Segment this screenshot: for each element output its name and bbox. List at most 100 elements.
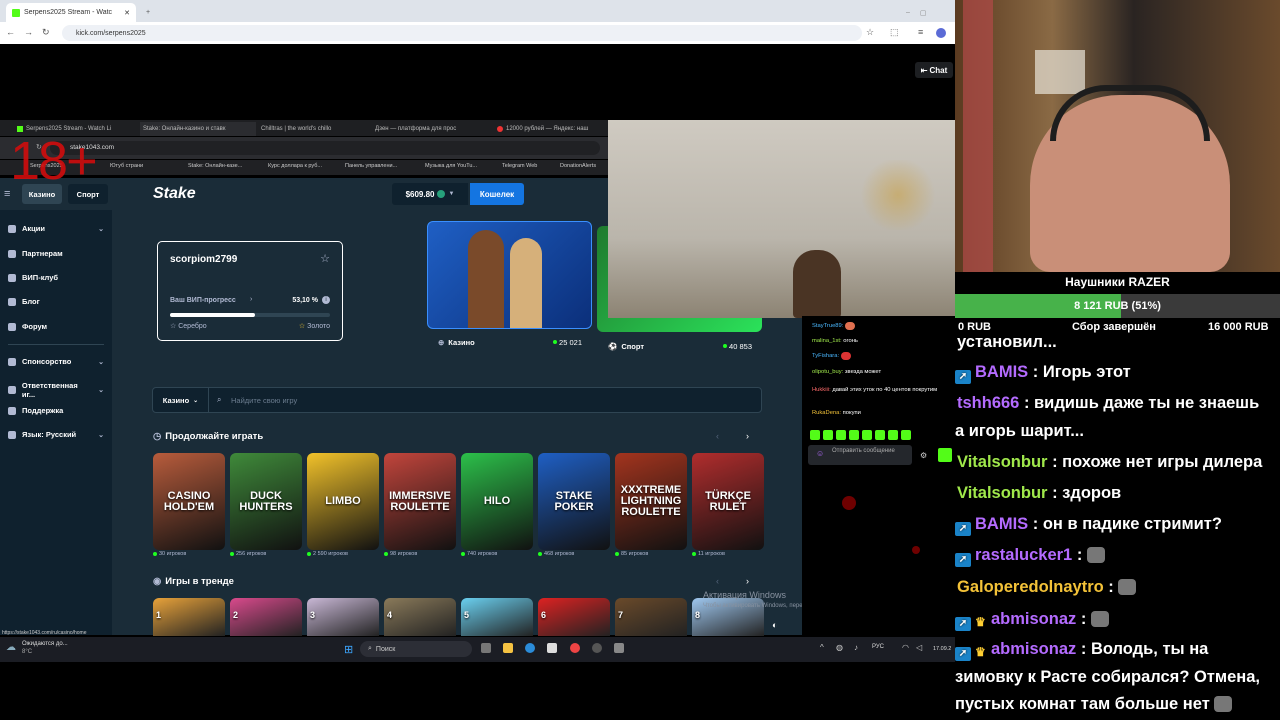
- trending-game-tile[interactable]: 4: [384, 598, 456, 636]
- menu-icon[interactable]: ≡: [918, 27, 923, 37]
- trending-game-tile[interactable]: 3: [307, 598, 379, 636]
- wifi-icon[interactable]: ◠: [902, 643, 909, 652]
- clock-date[interactable]: 17.09.2: [933, 646, 951, 652]
- back-icon[interactable]: ←: [6, 27, 15, 37]
- sidebar-item-language[interactable]: Язык: Русский ⌄: [8, 430, 104, 439]
- casino-banner-image[interactable]: [427, 221, 592, 329]
- scroll-left-button[interactable]: ‹: [716, 431, 719, 441]
- tray-chevron-icon[interactable]: ^: [820, 643, 824, 652]
- url-input[interactable]: kick.com/serpens2025: [62, 25, 862, 41]
- sidebar-item-promotions[interactable]: Акции ⌄: [8, 224, 104, 233]
- forward-icon[interactable]: →: [24, 27, 33, 37]
- extensions-icon[interactable]: ⬚: [890, 27, 899, 38]
- trending-game-tile[interactable]: 5: [461, 598, 533, 636]
- emote-icon[interactable]: [823, 430, 833, 440]
- bookmark-item[interactable]: Stake: Онлайн-казе...: [188, 163, 242, 169]
- send-button[interactable]: [938, 448, 952, 462]
- volume-icon[interactable]: ◁: [916, 643, 922, 652]
- sidebar-item-partners[interactable]: Партнерам: [8, 249, 104, 258]
- balance-dropdown[interactable]: $609.80 ▼: [392, 183, 468, 205]
- vip-progress-card[interactable]: scorpiom2799 ☆ Ваш ВИП-прогресс › 53,10 …: [157, 241, 343, 341]
- emote-bar[interactable]: [810, 430, 950, 440]
- scroll-left-button[interactable]: ‹: [716, 576, 719, 586]
- gear-icon[interactable]: ⚙: [920, 451, 927, 460]
- bookmark-item[interactable]: Панель управлени...: [345, 163, 397, 169]
- game-tile[interactable]: HILO: [461, 453, 533, 550]
- support-chat-icon[interactable]: ◐: [772, 620, 777, 630]
- inner-tab-active[interactable]: Stake: Онлайн-казино и ставк: [140, 122, 256, 136]
- casino-banner-footer[interactable]: ⊕ Казино 25 021: [428, 332, 592, 352]
- game-tile[interactable]: CASINO HOLD'EM: [153, 453, 225, 550]
- search-category-select[interactable]: Казино ⌄: [153, 388, 209, 412]
- minimize-icon[interactable]: –: [906, 9, 910, 16]
- reload-icon[interactable]: ↻: [42, 27, 50, 38]
- sidebar-item-responsible[interactable]: Ответственная иг... ⌄: [8, 381, 104, 399]
- chat-line: Vitalsonbur : похоже нет игры дилера: [957, 453, 1263, 471]
- app-icon[interactable]: [614, 643, 624, 653]
- new-tab-button[interactable]: +: [140, 3, 152, 22]
- online-dot-icon: [615, 552, 619, 556]
- trending-game-tile[interactable]: 1: [153, 598, 225, 636]
- windows-start-icon[interactable]: ⊞: [344, 643, 353, 656]
- scroll-right-button[interactable]: ›: [746, 576, 749, 586]
- emoji-icon[interactable]: ☺: [816, 449, 824, 458]
- game-tile[interactable]: TÜRKÇE RULET: [692, 453, 764, 550]
- emote-icon[interactable]: [875, 430, 885, 440]
- sidebar-item-support[interactable]: Поддержка: [8, 406, 104, 415]
- profile-avatar[interactable]: [936, 28, 946, 38]
- info-icon[interactable]: i: [322, 296, 330, 304]
- bookmark-item[interactable]: Курс доллара к руб...: [268, 163, 322, 169]
- chrome-icon[interactable]: [570, 643, 580, 653]
- language-indicator[interactable]: РУС: [872, 644, 884, 650]
- close-icon[interactable]: ✕: [124, 9, 130, 17]
- network-icon[interactable]: ◍: [836, 643, 843, 652]
- edge-icon[interactable]: [525, 643, 535, 653]
- trending-game-tile[interactable]: 7: [615, 598, 687, 636]
- chat-toggle-button[interactable]: ⇤ Chat: [915, 62, 953, 78]
- inner-url-input[interactable]: stake1043.com: [50, 141, 600, 155]
- emote-icon[interactable]: [849, 430, 859, 440]
- scroll-right-button[interactable]: ›: [746, 431, 749, 441]
- emote-icon[interactable]: [862, 430, 872, 440]
- game-tile[interactable]: DUCK HUNTERS: [230, 453, 302, 550]
- emote-icon[interactable]: [810, 430, 820, 440]
- bookmark-item[interactable]: Ютуб страни: [110, 163, 143, 169]
- emote-icon[interactable]: [836, 430, 846, 440]
- window-controls[interactable]: – ▢: [900, 3, 950, 22]
- sidebar-item-forum[interactable]: Форум: [8, 322, 104, 331]
- stake-logo[interactable]: Stake: [153, 185, 196, 203]
- sidebar-item-sponsorship[interactable]: Спонсорство ⌄: [8, 357, 104, 366]
- bookmark-item[interactable]: DonationAlerts: [560, 163, 596, 169]
- emote-icon[interactable]: [888, 430, 898, 440]
- search-input[interactable]: Найдите свою игру: [231, 396, 297, 405]
- sidebar-item-blog[interactable]: Блог: [8, 297, 104, 306]
- weather-text[interactable]: Ожидаются до...: [22, 641, 68, 647]
- star-icon[interactable]: ☆: [320, 252, 330, 265]
- inner-tab[interactable]: 12000 рублей — Яндекс: наш: [494, 122, 604, 136]
- microphone-icon[interactable]: ♪: [854, 643, 858, 652]
- task-view-icon[interactable]: [481, 643, 491, 653]
- trending-game-tile[interactable]: 2: [230, 598, 302, 636]
- obs-icon[interactable]: [592, 643, 602, 653]
- maximize-icon[interactable]: ▢: [920, 9, 927, 17]
- store-icon[interactable]: [547, 643, 557, 653]
- bookmark-star-icon[interactable]: ☆: [866, 27, 874, 38]
- game-tile[interactable]: XXXTREME LIGHTNING ROULETTE: [615, 453, 687, 550]
- emote-icon[interactable]: [901, 430, 911, 440]
- bookmark-item[interactable]: Telegram Web: [502, 163, 537, 169]
- inner-tab[interactable]: Chilltras | the world's chillo: [258, 122, 368, 136]
- game-tile[interactable]: STAKE POKER: [538, 453, 610, 550]
- trending-rank: 5: [464, 610, 470, 620]
- file-explorer-icon[interactable]: [503, 643, 513, 653]
- inner-tab[interactable]: Дзен — платформа для прос: [372, 122, 484, 136]
- game-tile[interactable]: IMMERSIVE ROULETTE: [384, 453, 456, 550]
- trending-game-tile[interactable]: 6: [538, 598, 610, 636]
- outer-tab-kick[interactable]: Serpens2025 Stream - Watc ✕: [6, 3, 136, 22]
- tier-current: ☆ Серебро: [170, 323, 207, 330]
- wallet-button[interactable]: Кошелек: [470, 183, 524, 205]
- game-tile[interactable]: LIMBO: [307, 453, 379, 550]
- sidebar-item-vip[interactable]: ВИП-клуб: [8, 273, 104, 282]
- sport-banner-footer[interactable]: ⚽ Спорт 40 853: [598, 336, 762, 356]
- bookmark-item[interactable]: Музыка для YouTu...: [425, 163, 477, 169]
- taskbar-search[interactable]: ⌕ Поиск: [360, 641, 472, 657]
